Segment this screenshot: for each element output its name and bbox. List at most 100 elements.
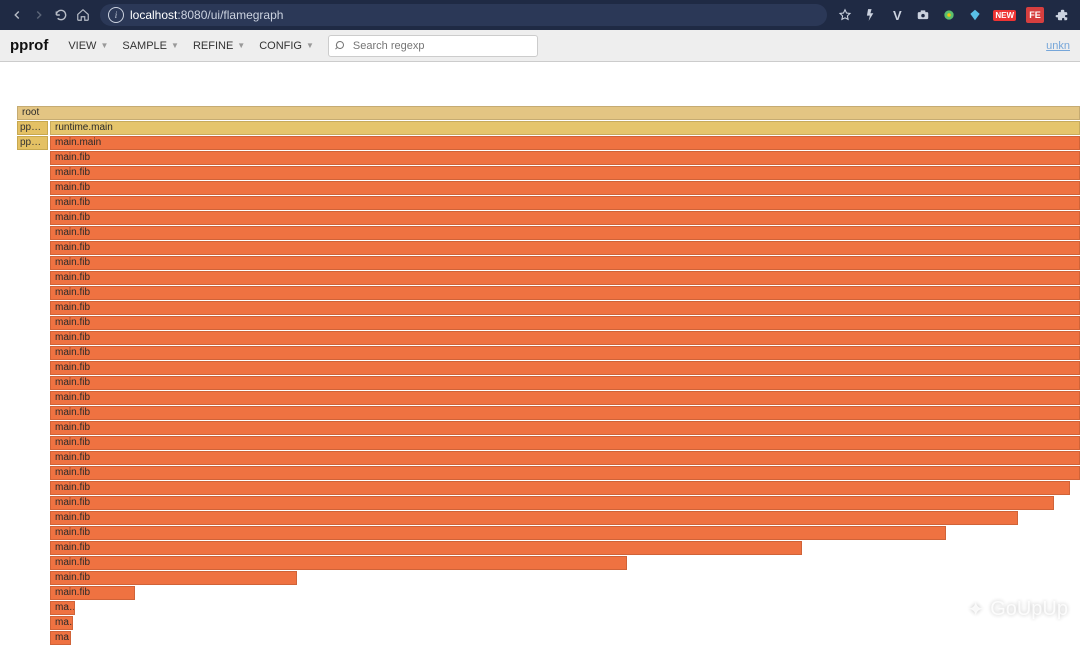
flame-bar-label: main.fib [55,452,90,464]
flame-bar[interactable]: main.fib [50,406,1080,420]
ext-diamond-icon[interactable] [967,7,983,23]
flame-bar[interactable]: main.fib [50,376,1080,390]
binary-name-link[interactable]: unkn [1046,40,1070,52]
flame-bar[interactable]: main.fib [50,466,1080,480]
flame-row: ma… [50,601,1080,615]
flame-row: main.fib [50,166,1080,180]
flame-bar-label: main.fib [55,437,90,449]
flame-bar[interactable]: ma… [50,616,73,630]
flame-bar-label: main.fib [55,467,90,479]
chevron-down-icon: ▼ [100,41,108,50]
nav-forward-button[interactable] [28,4,50,26]
flame-row-root: root [50,106,1080,120]
flame-bar-label: main.fib [55,152,90,164]
flame-stub[interactable]: pp… [17,136,48,150]
flame-bar[interactable]: main.fib [50,436,1080,450]
address-bar[interactable]: i localhost:8080/ui/flamegraph [100,4,827,26]
flame-bar-label: main.fib [55,167,90,179]
flame-bar-label: main.fib [55,377,90,389]
ext-camera-icon[interactable] [915,7,931,23]
flame-stub[interactable]: pp… [17,121,48,135]
menu-config[interactable]: CONFIG▼ [259,40,314,52]
flame-bar[interactable]: main.fib [50,496,1054,510]
flame-row: main.fib [50,466,1080,480]
nav-back-button[interactable] [6,4,28,26]
flame-bar-label: ma… [55,632,71,644]
flame-row: main.fib [50,391,1080,405]
ext-globe-icon[interactable] [941,7,957,23]
flame-bar[interactable]: main.fib [50,271,1080,285]
flame-bar[interactable]: main.fib [50,211,1080,225]
flame-bar-label: main.fib [55,572,90,584]
ext-bolt-icon[interactable] [863,7,879,23]
flame-bar[interactable]: main.fib [50,481,1070,495]
flame-bar[interactable]: main.fib [50,556,627,570]
flame-bar[interactable]: main.main [50,136,1080,150]
flame-bar-label: main.fib [55,362,90,374]
chevron-down-icon: ▼ [306,41,314,50]
flame-bar[interactable]: main.fib [50,241,1080,255]
flame-bar-label: ma… [55,602,75,614]
flame-bar[interactable]: main.fib [50,526,946,540]
flame-bar[interactable]: root [17,106,1080,120]
search-input[interactable] [353,40,531,52]
flame-row: pp…main.main [50,136,1080,150]
site-info-icon[interactable]: i [108,7,124,23]
flamegraph: root pp…runtime.mainpp…main.main main.fib… [0,62,1080,646]
flame-bar-label: root [22,107,39,119]
nav-home-button[interactable] [72,4,94,26]
flame-row: main.fib [50,376,1080,390]
flame-row: main.fib [50,481,1080,495]
flame-row: main.fib [50,406,1080,420]
flame-bar[interactable]: main.fib [50,226,1080,240]
flame-bar[interactable]: main.fib [50,541,802,555]
ext-fe-icon[interactable]: FE [1026,7,1044,23]
flame-row: main.fib [50,286,1080,300]
flame-bar[interactable]: main.fib [50,316,1080,330]
flame-row: main.fib [50,571,1080,585]
flame-bar[interactable]: main.fib [50,181,1080,195]
flame-bar-label: main.fib [55,497,90,509]
flame-bar[interactable]: main.fib [50,571,297,585]
flame-bar-label: main.fib [55,212,90,224]
flame-bar[interactable]: main.fib [50,451,1080,465]
flame-bar[interactable]: ma… [50,631,71,645]
menu-view[interactable]: VIEW▼ [68,40,108,52]
flame-bar[interactable]: main.fib [50,586,135,600]
ext-new-badge[interactable]: NEW [993,7,1016,23]
menu-sample[interactable]: SAMPLE▼ [122,40,179,52]
nav-reload-button[interactable] [50,4,72,26]
flame-bar-label: main.fib [55,242,90,254]
flame-row: main.fib [50,496,1080,510]
flame-bar[interactable]: runtime.main [50,121,1080,135]
flame-bar[interactable]: main.fib [50,361,1080,375]
extensions-puzzle-icon[interactable] [1054,7,1070,23]
flame-row: ma… [50,631,1080,645]
flame-bar-label: main.fib [55,542,90,554]
flame-bar[interactable]: main.fib [50,391,1080,405]
flame-row: main.fib [50,421,1080,435]
flame-bar[interactable]: main.fib [50,301,1080,315]
flame-bar[interactable]: ma… [50,601,75,615]
flame-row: main.fib [50,151,1080,165]
address-text: localhost:8080/ui/flamegraph [130,8,283,22]
ext-v-icon[interactable]: V [889,7,905,23]
flame-bar[interactable]: main.fib [50,256,1080,270]
flame-row: main.fib [50,511,1080,525]
flame-bar[interactable]: main.fib [50,151,1080,165]
flame-bar[interactable]: main.fib [50,166,1080,180]
flame-row: main.fib [50,331,1080,345]
flame-bar[interactable]: main.fib [50,511,1018,525]
flame-bar[interactable]: main.fib [50,331,1080,345]
flame-row: main.fib [50,436,1080,450]
flame-bar[interactable]: main.fib [50,286,1080,300]
flame-bar[interactable]: main.fib [50,421,1080,435]
menu-refine[interactable]: REFINE▼ [193,40,245,52]
flame-bar-label: main.fib [55,182,90,194]
flame-bar[interactable]: main.fib [50,196,1080,210]
bookmark-star-icon[interactable] [837,7,853,23]
search-icon [335,40,347,52]
flame-bar[interactable]: main.fib [50,346,1080,360]
search-box[interactable] [328,35,538,57]
flame-bar-label: main.fib [55,332,90,344]
